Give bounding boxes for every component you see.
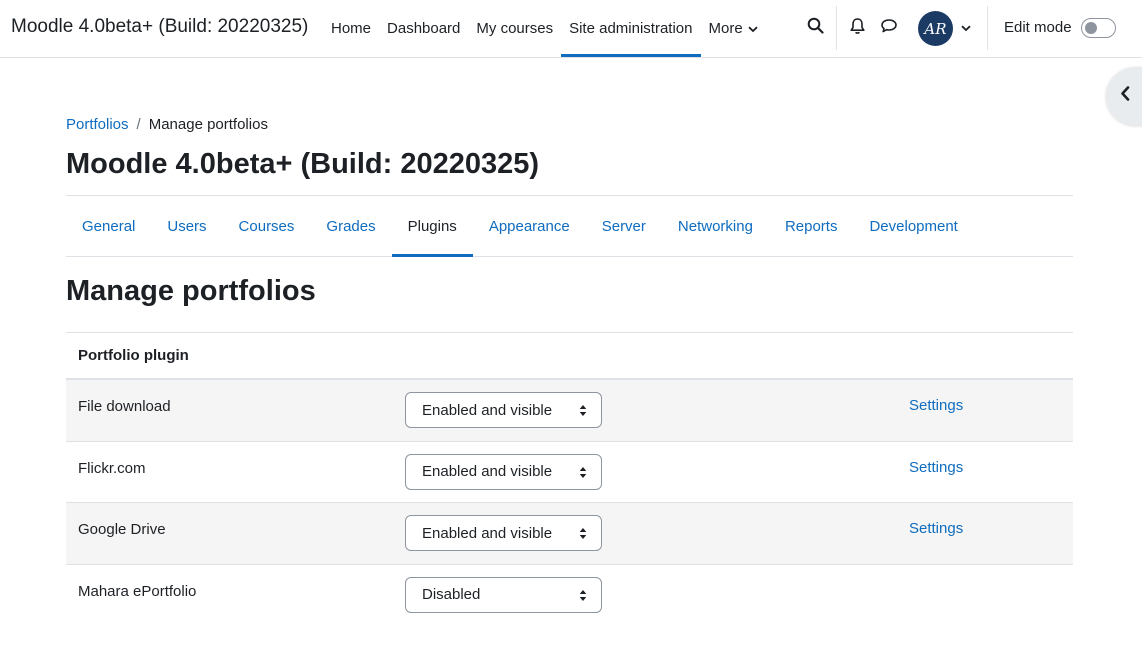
top-navbar: Moodle 4.0beta+ (Build: 20220325) Home D… [0,0,1142,58]
nav-dashboard[interactable]: Dashboard [379,0,468,57]
breadcrumb: Portfolios / Manage portfolios [66,116,268,133]
select-value: Enabled and visible [422,463,553,480]
nav-home-label: Home [331,20,372,37]
page-title: Moodle 4.0beta+ (Build: 20220325) [66,148,540,180]
primary-navigation: Home Dashboard My courses Site administr… [323,0,766,57]
tab-grades[interactable]: Grades [310,196,391,256]
notifications-button[interactable] [845,16,869,40]
sort-arrows-icon [579,527,587,544]
plugin-status-select[interactable]: Enabled and visible [405,392,602,428]
secondary-navigation: General Users Courses Grades Plugins App… [66,195,1073,257]
edit-mode-toggle[interactable] [1081,18,1116,38]
chat-bubble-icon [880,18,898,39]
site-brand[interactable]: Moodle 4.0beta+ (Build: 20220325) [11,16,308,38]
tab-server[interactable]: Server [586,196,662,256]
table-row: Flickr.com Enabled and visible Settings [66,442,1073,503]
plugin-name: Google Drive [78,521,166,538]
navbar-divider [836,6,837,50]
nav-site-administration-label: Site administration [569,20,693,37]
tab-plugins[interactable]: Plugins [391,196,474,257]
nav-more-label: More [708,20,743,37]
tab-general[interactable]: General [66,196,151,256]
nav-my-courses-label: My courses [476,20,554,37]
breadcrumb-portfolios-link[interactable]: Portfolios [66,116,129,133]
tab-courses[interactable]: Courses [223,196,311,256]
breadcrumb-separator: / [136,116,141,133]
table-row: File download Enabled and visible Settin… [66,380,1073,442]
column-header-portfolio-plugin: Portfolio plugin [78,347,189,364]
select-value: Enabled and visible [422,524,553,542]
user-avatar[interactable]: AR [918,11,953,46]
tab-appearance[interactable]: Appearance [473,196,586,256]
tab-networking[interactable]: Networking [662,196,769,256]
section-title: Manage portfolios [66,275,316,307]
table-header: Portfolio plugin [66,332,1073,380]
toggle-knob [1085,22,1097,34]
plugin-name: Flickr.com [78,459,146,477]
select-value: Enabled and visible [422,401,553,419]
plugin-status-select[interactable]: Disabled [405,576,602,613]
edit-mode-label: Edit mode [1004,19,1072,36]
chevron-left-icon [1120,86,1130,106]
nav-my-courses[interactable]: My courses [468,0,561,57]
tab-development[interactable]: Development [853,196,973,256]
nav-dashboard-label: Dashboard [387,20,461,37]
chevron-down-icon [961,19,971,37]
nav-home[interactable]: Home [323,0,379,57]
search-icon [807,17,824,39]
portfolio-plugins-table: Portfolio plugin File download Enabled a… [66,332,1073,626]
plugin-settings-link[interactable]: Settings [909,459,963,476]
navbar-divider [987,6,988,50]
bell-icon [849,17,866,40]
breadcrumb-current: Manage portfolios [148,116,268,133]
sort-arrows-icon [579,404,587,421]
sort-arrows-icon [579,466,587,483]
tab-reports[interactable]: Reports [769,196,854,256]
table-row: Google Drive Enabled and visible Setting… [66,503,1073,565]
plugin-name: Mahara ePortfolio [78,582,197,600]
plugin-settings-link[interactable]: Settings [909,397,963,414]
user-menu-toggle[interactable] [954,16,978,40]
sort-arrows-icon [579,589,587,606]
chevron-down-icon [748,20,758,37]
avatar-initials: AR [924,19,947,38]
nav-site-administration[interactable]: Site administration [561,0,701,57]
select-value: Disabled [422,586,481,603]
plugin-status-select[interactable]: Enabled and visible [405,453,602,490]
nav-more-dropdown[interactable]: More [701,0,766,57]
plugin-status-select[interactable]: Enabled and visible [405,515,602,551]
tab-users[interactable]: Users [151,196,222,256]
open-block-drawer-button[interactable] [1106,67,1142,125]
plugin-settings-link[interactable]: Settings [909,520,963,537]
search-button[interactable] [803,16,827,40]
plugin-name: File download [78,398,171,415]
messages-button[interactable] [877,16,901,40]
table-row: Mahara ePortfolio Disabled [66,565,1073,627]
